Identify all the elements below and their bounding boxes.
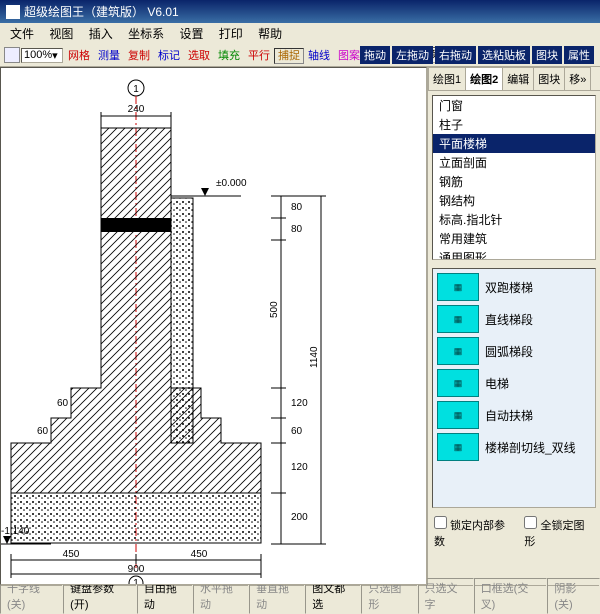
- menu-insert[interactable]: 插入: [83, 25, 119, 43]
- panel-tabs: 绘图1 绘图2 编辑 图块 移»: [428, 67, 600, 91]
- svg-text:120: 120: [291, 462, 308, 473]
- svg-text:1: 1: [133, 578, 139, 585]
- menu-help[interactable]: 帮助: [252, 25, 288, 43]
- svg-text:500: 500: [269, 301, 280, 318]
- tab-draw1[interactable]: 绘图1: [428, 67, 466, 90]
- category-item[interactable]: 柱子: [433, 115, 595, 134]
- thumb-label: 自动扶梯: [485, 407, 533, 424]
- svg-text:1: 1: [133, 84, 139, 95]
- thumb-item[interactable]: ▦ 圆弧梯段: [437, 337, 591, 365]
- category-item[interactable]: 平面楼梯: [433, 134, 595, 153]
- menu-view[interactable]: 视图: [43, 25, 79, 43]
- rbtn-props[interactable]: 属性: [564, 46, 594, 64]
- rbtn-clipboard[interactable]: 选粘贴板: [478, 46, 530, 64]
- toolbar-捕捉[interactable]: 捕捉: [274, 48, 304, 64]
- thumb-label: 直线梯段: [485, 311, 533, 328]
- tab-edit[interactable]: 编辑: [502, 67, 534, 90]
- category-item[interactable]: 常用建筑: [433, 229, 595, 248]
- thumb-item[interactable]: ▦ 直线梯段: [437, 305, 591, 333]
- category-item[interactable]: 钢结构: [433, 191, 595, 210]
- menu-file[interactable]: 文件: [4, 25, 40, 43]
- thumbnail-list[interactable]: ▦ 双跑楼梯 ▦ 直线梯段 ▦ 圆弧梯段 ▦ 电梯 ▦ 自动扶梯 ▦ 楼梯剖切线_双线: [432, 268, 596, 508]
- thumb-icon: ▦: [437, 337, 479, 365]
- category-item[interactable]: 通用图形: [433, 248, 595, 260]
- cad-drawing: 1 240 ±0.000 -1.1: [1, 68, 426, 585]
- category-list[interactable]: 门窗柱子平面楼梯立面剖面钢筋钢结构标高.指北针常用建筑通用图形材料图案厨卫设施施…: [432, 95, 596, 260]
- svg-text:240: 240: [128, 104, 145, 115]
- thumb-item[interactable]: ▦ 自动扶梯: [437, 401, 591, 429]
- svg-text:80: 80: [291, 202, 303, 213]
- thumb-icon: ▦: [437, 369, 479, 397]
- category-item[interactable]: 立面剖面: [433, 153, 595, 172]
- toolbar-填充[interactable]: 填充: [214, 48, 244, 64]
- side-panel: 绘图1 绘图2 编辑 图块 移» 门窗柱子平面楼梯立面剖面钢筋钢结构标高.指北针…: [427, 67, 600, 585]
- app-icon: [6, 5, 20, 19]
- svg-text:60: 60: [291, 426, 303, 437]
- thumb-item[interactable]: ▦ 电梯: [437, 369, 591, 397]
- thumb-item[interactable]: ▦ 楼梯剖切线_双线: [437, 433, 591, 461]
- tab-block[interactable]: 图块: [533, 67, 565, 90]
- menu-settings[interactable]: 设置: [173, 25, 209, 43]
- toolbar-复制[interactable]: 复制: [124, 48, 154, 64]
- toolbar-平行[interactable]: 平行: [244, 48, 274, 64]
- rbtn-drag[interactable]: 拖动: [360, 46, 390, 64]
- toolbar-icon[interactable]: [4, 47, 20, 63]
- rbtn-ldrag[interactable]: 左拖动: [392, 46, 433, 64]
- svg-text:450: 450: [63, 549, 80, 560]
- tab-more[interactable]: 移»: [564, 67, 591, 90]
- svg-text:-1.140: -1.140: [1, 526, 30, 537]
- thumb-label: 楼梯剖切线_双线: [485, 439, 576, 456]
- window-title: 超级绘图王（建筑版） V6.01: [24, 3, 179, 20]
- rbtn-rdrag[interactable]: 右拖动: [435, 46, 476, 64]
- check-lock-params[interactable]: 锁定内部参数: [434, 516, 514, 549]
- drawing-canvas[interactable]: 1 240 ±0.000 -1.1: [0, 67, 427, 585]
- thumb-item[interactable]: ▦ 双跑楼梯: [437, 273, 591, 301]
- thumb-label: 圆弧梯段: [485, 343, 533, 360]
- toolbar-网格[interactable]: 网格: [64, 48, 94, 64]
- svg-text:60: 60: [57, 398, 69, 409]
- toolbar-标记[interactable]: 标记: [154, 48, 184, 64]
- category-item[interactable]: 门窗: [433, 96, 595, 115]
- status-cell[interactable]: 阴影(关): [547, 578, 600, 614]
- svg-text:±0.000: ±0.000: [216, 178, 247, 189]
- check-lock-shape[interactable]: 全锁定图形: [524, 516, 594, 549]
- svg-text:80: 80: [291, 224, 303, 235]
- statusbar: 十字线(关)键盘参数(开)自由拖动水平拖动垂直拖动图文都选只选图形只选文字口框选…: [0, 585, 600, 605]
- thumb-label: 电梯: [485, 375, 509, 392]
- thumb-icon: ▦: [437, 273, 479, 301]
- menu-coord[interactable]: 坐标系: [122, 25, 170, 43]
- thumb-label: 双跑楼梯: [485, 279, 533, 296]
- svg-text:1140: 1140: [309, 346, 320, 368]
- svg-text:900: 900: [128, 564, 145, 575]
- svg-text:60: 60: [37, 426, 49, 437]
- toolbar-选取[interactable]: 选取: [184, 48, 214, 64]
- menubar: 文件 视图 插入 坐标系 设置 打印 帮助: [0, 23, 600, 44]
- svg-text:200: 200: [291, 512, 308, 523]
- toolbar-测量[interactable]: 测量: [94, 48, 124, 64]
- zoom-combo[interactable]: 100%▾: [21, 48, 63, 63]
- menu-print[interactable]: 打印: [213, 25, 249, 43]
- thumb-icon: ▦: [437, 433, 479, 461]
- tab-draw2[interactable]: 绘图2: [465, 67, 503, 90]
- thumb-icon: ▦: [437, 401, 479, 429]
- toolbar-轴线[interactable]: 轴线: [304, 48, 334, 64]
- svg-text:120: 120: [291, 398, 308, 409]
- thumb-icon: ▦: [437, 305, 479, 333]
- svg-text:450: 450: [191, 549, 208, 560]
- status-cell[interactable]: 口框选(交叉): [474, 578, 548, 614]
- titlebar: 超级绘图王（建筑版） V6.01: [0, 0, 600, 23]
- rbtn-block[interactable]: 图块: [532, 46, 562, 64]
- category-item[interactable]: 钢筋: [433, 172, 595, 191]
- category-item[interactable]: 标高.指北针: [433, 210, 595, 229]
